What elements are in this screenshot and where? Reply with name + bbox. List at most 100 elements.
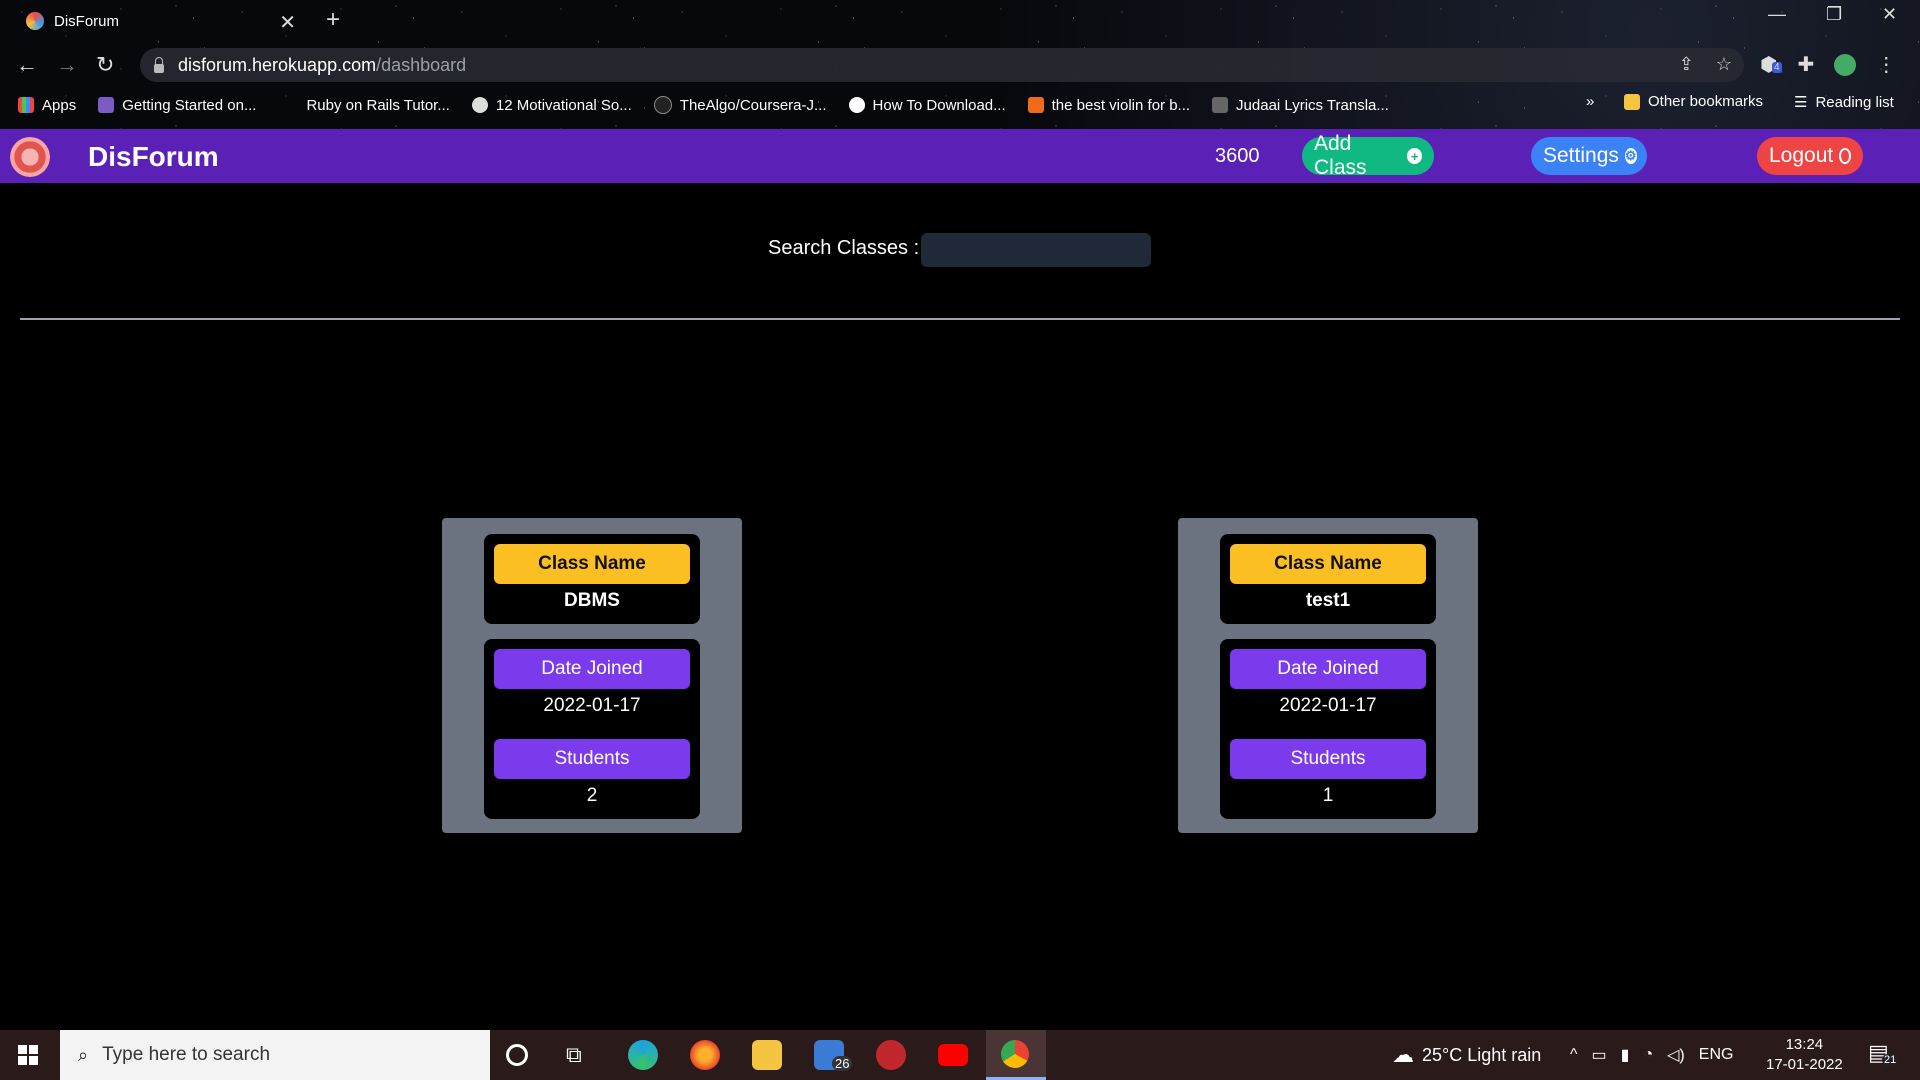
class-details-box: Date Joined 2022-01-17 Students 2 [484,639,700,819]
students-value: 2 [586,785,598,806]
students-label: Students [494,739,690,779]
back-icon[interactable]: ← [16,52,38,78]
close-tab-icon[interactable]: ✕ [279,10,296,35]
bookmark-star-icon[interactable]: ☆ [1716,54,1732,75]
notification-icon[interactable]: ▤ 21 [1868,1040,1899,1070]
gear-icon: ⚙ [1624,148,1637,164]
wifi-icon[interactable]: ◔ [1643,1046,1653,1064]
bookmark-item[interactable]: Ruby on Rails Tutor... [306,97,449,114]
students-value: 1 [1322,785,1334,806]
add-class-button[interactable]: Add Class + [1302,132,1434,179]
share-icon[interactable]: ⇪ [1679,54,1694,75]
weather-text: 25°C Light rain [1422,1044,1542,1065]
chevron-up-icon[interactable]: ^ [1570,1046,1578,1064]
reload-icon[interactable]: ↻ [96,52,114,78]
date-joined-label: Date Joined [1230,649,1426,689]
disforum-logo[interactable] [10,137,50,177]
chrome-icon [1001,1040,1029,1068]
date-joined-value: 2022-01-17 [1279,695,1377,716]
meet-now-icon[interactable]: ▭ [1592,1045,1607,1065]
file-explorer-icon[interactable] [752,1040,782,1070]
apps-grid-icon [18,97,34,113]
settings-label: Settings [1543,144,1619,167]
clock-date: 17-01-2022 [1766,1056,1843,1073]
points-count: 3600 [1215,145,1260,167]
site-icon [1212,97,1229,113]
volume-icon[interactable]: ◁) [1667,1045,1685,1065]
system-tray: ^ ▭ ▮ ◔ ◁) ENG [1570,1030,1733,1080]
app-icon[interactable] [876,1040,906,1070]
address-bar[interactable]: disforum.herokuapp.com/dashboard ⇪ ☆ [140,48,1744,82]
windows-start-icon[interactable] [18,1045,38,1065]
mail-icon[interactable]: 26 [814,1040,853,1071]
bookmark-item[interactable]: Judaai Lyrics Transla... [1212,97,1389,114]
notification-badge: 21 [1882,1054,1899,1066]
reading-list-icon: ☰ [1794,94,1808,111]
add-class-label: Add Class [1314,132,1367,179]
browser-tab[interactable]: DisForum ✕ [14,4,304,38]
plus-circle-icon: + [1407,148,1422,164]
extension-badge: 4 [1772,62,1782,73]
date-joined-label: Date Joined [494,649,690,689]
brand-title[interactable]: DisForum [88,141,219,173]
bookmark-item[interactable]: How To Download... [848,97,1006,114]
class-name-label: Class Name [1230,544,1426,584]
site-icon [98,97,115,113]
clock[interactable]: 13:24 17-01-2022 [1766,1035,1843,1075]
edge-icon[interactable] [628,1040,658,1070]
favicon-icon [26,12,44,30]
class-name-value: DBMS [564,590,620,611]
menu-icon[interactable]: ⋮ [1876,52,1896,77]
class-card[interactable]: Class Name test1 Date Joined 2022-01-17 … [1178,518,1478,833]
logout-label: Logout [1769,144,1834,167]
class-name-value: test1 [1305,590,1351,611]
tab-title: DisForum [54,12,120,30]
taskbar-search[interactable]: ⌕ Type here to search [60,1030,490,1080]
language-indicator[interactable]: ENG [1699,1046,1734,1064]
browser-chrome: DisForum ✕ + — ❐ ✕ ← → ↻ disforum.heroku… [0,0,1920,129]
profile-avatar[interactable] [1834,53,1857,76]
bookmark-item[interactable]: the best violin for b... [1027,97,1190,114]
search-label: Search Classes : [768,237,920,259]
class-card[interactable]: Class Name DBMS Date Joined 2022-01-17 S… [442,518,742,833]
extension-icon[interactable]: ⬢ 4 [1760,52,1782,77]
site-icon [1027,97,1044,113]
chrome-taskbar-button[interactable] [986,1030,1046,1080]
date-joined-value: 2022-01-17 [543,695,641,716]
restore-icon[interactable]: ❐ [1826,4,1842,25]
class-name-label: Class Name [494,544,690,584]
puzzle-icon[interactable]: ✚ [1797,52,1814,77]
windows-taskbar: ⌕ Type here to search ⧉ 26 ☁ 25°C Light … [0,1030,1920,1080]
settings-button[interactable]: Settings ⚙ [1531,137,1647,175]
minimize-icon[interactable]: — [1768,4,1786,25]
wordpress-icon [848,97,865,113]
app-navbar: DisForum 3600 Add Class + Settings ⚙ Log… [0,129,1920,183]
window-close-icon[interactable]: ✕ [1882,4,1897,25]
bookmark-item[interactable]: Getting Started on... [98,97,256,114]
firefox-icon[interactable] [690,1040,720,1070]
youtube-icon[interactable] [938,1044,968,1066]
logout-button[interactable]: Logout [1757,137,1863,175]
new-tab-icon[interactable]: + [326,6,340,34]
mail-badge: 26 [832,1056,853,1071]
forward-icon[interactable]: → [56,52,78,78]
url-text: disforum.herokuapp.com/dashboard [178,54,467,75]
bookmarks-more[interactable]: » [1586,93,1594,110]
logout-icon [1839,148,1851,164]
search-classes-input[interactable] [921,233,1151,267]
weather-widget[interactable]: ☁ 25°C Light rain [1392,1030,1541,1080]
bookmark-item[interactable]: 12 Motivational So... [471,97,632,114]
reading-list[interactable]: ☰ Reading list [1794,93,1894,112]
class-name-box: Class Name test1 [1220,534,1436,624]
battery-icon[interactable]: ▮ [1621,1045,1630,1065]
class-name-box: Class Name DBMS [484,534,700,624]
clock-time: 13:24 [1785,1036,1824,1053]
other-bookmarks[interactable]: Other bookmarks [1624,93,1763,110]
task-view-icon[interactable]: ⧉ [566,1042,596,1072]
divider [20,318,1900,320]
students-label: Students [1230,739,1426,779]
bookmark-apps[interactable]: Apps [18,97,76,114]
cloud-rain-icon: ☁ [1392,1042,1414,1067]
cortana-icon[interactable] [506,1044,528,1066]
bookmark-item[interactable]: TheAlgo/Coursera-J... [653,96,827,114]
